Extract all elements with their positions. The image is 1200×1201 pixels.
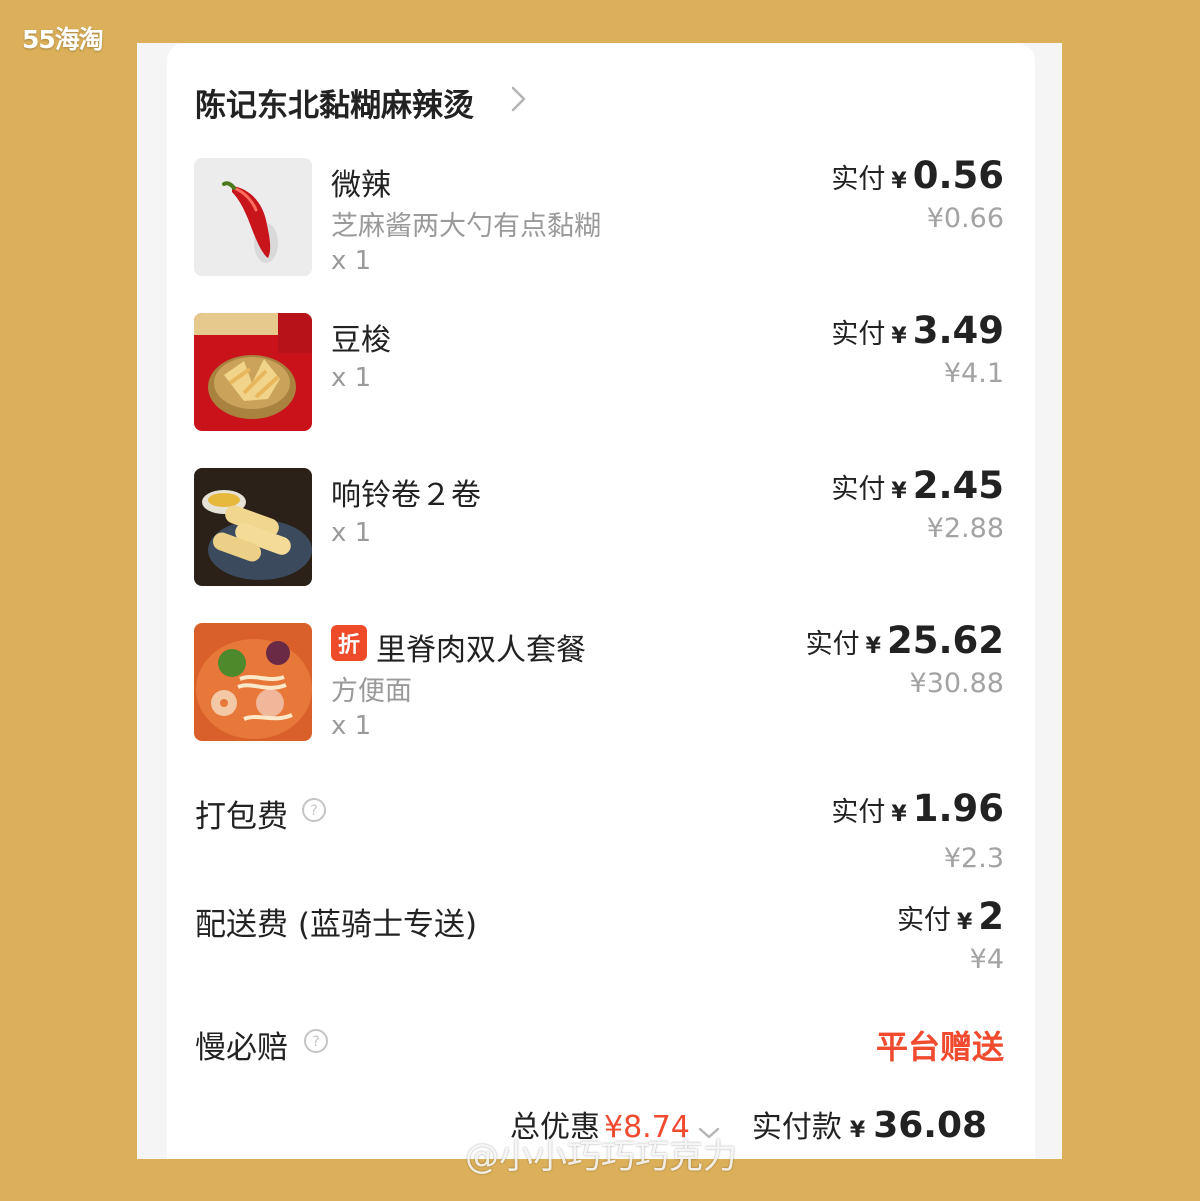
paid-prefix: 实付 (896, 905, 951, 936)
currency-symbol: ¥ (849, 1118, 866, 1143)
brand-watermark: 55海淘 (22, 25, 104, 54)
currency-symbol: ¥ (891, 479, 907, 504)
item-name: 微辣 (331, 168, 391, 203)
currency-symbol: ¥ (891, 802, 907, 827)
svg-text:?: ? (310, 803, 317, 819)
delivery-fee-original: ¥4 (969, 944, 1004, 975)
malatang-bowl-photo[interactable] (194, 623, 312, 741)
help-icon[interactable]: ? (301, 797, 327, 823)
currency-symbol: ¥ (956, 910, 973, 935)
weibo-watermark: @小小巧巧巧克力 (465, 1137, 737, 1177)
help-icon[interactable]: ? (303, 1028, 329, 1054)
item-name: 响铃卷２卷 (331, 478, 481, 513)
tofu-skin-rolls-photo[interactable] (194, 468, 312, 586)
item-original-price: ¥0.66 (926, 203, 1004, 234)
packing-fee-paid: 实付 ¥1.96 (831, 787, 1004, 830)
currency-symbol: ¥ (865, 634, 881, 659)
paid-prefix: 实付 (831, 319, 886, 350)
item-spec: 芝麻酱两大勺有点黏糊 (331, 211, 601, 242)
item-original-price: ¥2.88 (926, 513, 1004, 544)
paid-amount: 2 (978, 895, 1004, 938)
paid-amount: 2.45 (912, 464, 1004, 507)
item-original-price: ¥4.1 (943, 358, 1004, 389)
total-paid-amount: 36.08 (873, 1105, 988, 1146)
item-quantity: x 1 (331, 711, 372, 741)
paid-prefix: 实付 (831, 164, 886, 195)
platform-gift-text: 平台赠送 (875, 1028, 1004, 1066)
red-chili-pepper-photo[interactable] (194, 158, 312, 276)
item-quantity: x 1 (331, 363, 372, 393)
paid-prefix: 实付 (831, 474, 886, 505)
paid-amount: 0.56 (912, 154, 1004, 197)
shop-name[interactable]: 陈记东北黏糊麻辣烫 (195, 80, 474, 125)
item-quantity: x 1 (331, 246, 372, 276)
paid-amount: 25.62 (886, 619, 1004, 662)
svg-text:?: ? (312, 1034, 319, 1050)
paid-prefix: 实付 (805, 629, 860, 660)
item-name: 里脊肉双人套餐 (376, 633, 586, 668)
item-paid-price: 实付 ¥0.56 (831, 154, 1004, 197)
packing-fee-label: 打包费 (195, 799, 288, 835)
paid-amount: 3.49 (912, 309, 1004, 352)
item-paid-price: 实付 ¥25.62 (806, 619, 1004, 662)
currency-symbol: ¥ (891, 169, 907, 194)
currency-symbol: ¥ (891, 324, 907, 349)
item-original-price: ¥30.88 (909, 668, 1004, 699)
item-quantity: x 1 (331, 518, 372, 548)
chevron-right-icon[interactable] (503, 84, 533, 114)
fried-bean-curd-sticks-photo[interactable] (194, 313, 312, 431)
discount-badge: 折 (331, 625, 367, 661)
paid-prefix: 实付 (831, 797, 886, 828)
late-compensation-label: 慢必赔 (195, 1030, 288, 1066)
delivery-fee-label: 配送费 (蓝骑士专送) (195, 907, 478, 943)
packing-fee-original: ¥2.3 (943, 843, 1004, 874)
item-paid-price: 实付 ¥2.45 (831, 464, 1004, 507)
paid-amount: 1.96 (912, 787, 1004, 830)
total-paid-label: 实付款 (751, 1110, 842, 1145)
item-name: 豆梭 (331, 323, 391, 358)
item-spec: 方便面 (331, 676, 412, 707)
delivery-fee-paid: 实付 ¥2 (897, 895, 1004, 938)
item-paid-price: 实付 ¥3.49 (831, 309, 1004, 352)
